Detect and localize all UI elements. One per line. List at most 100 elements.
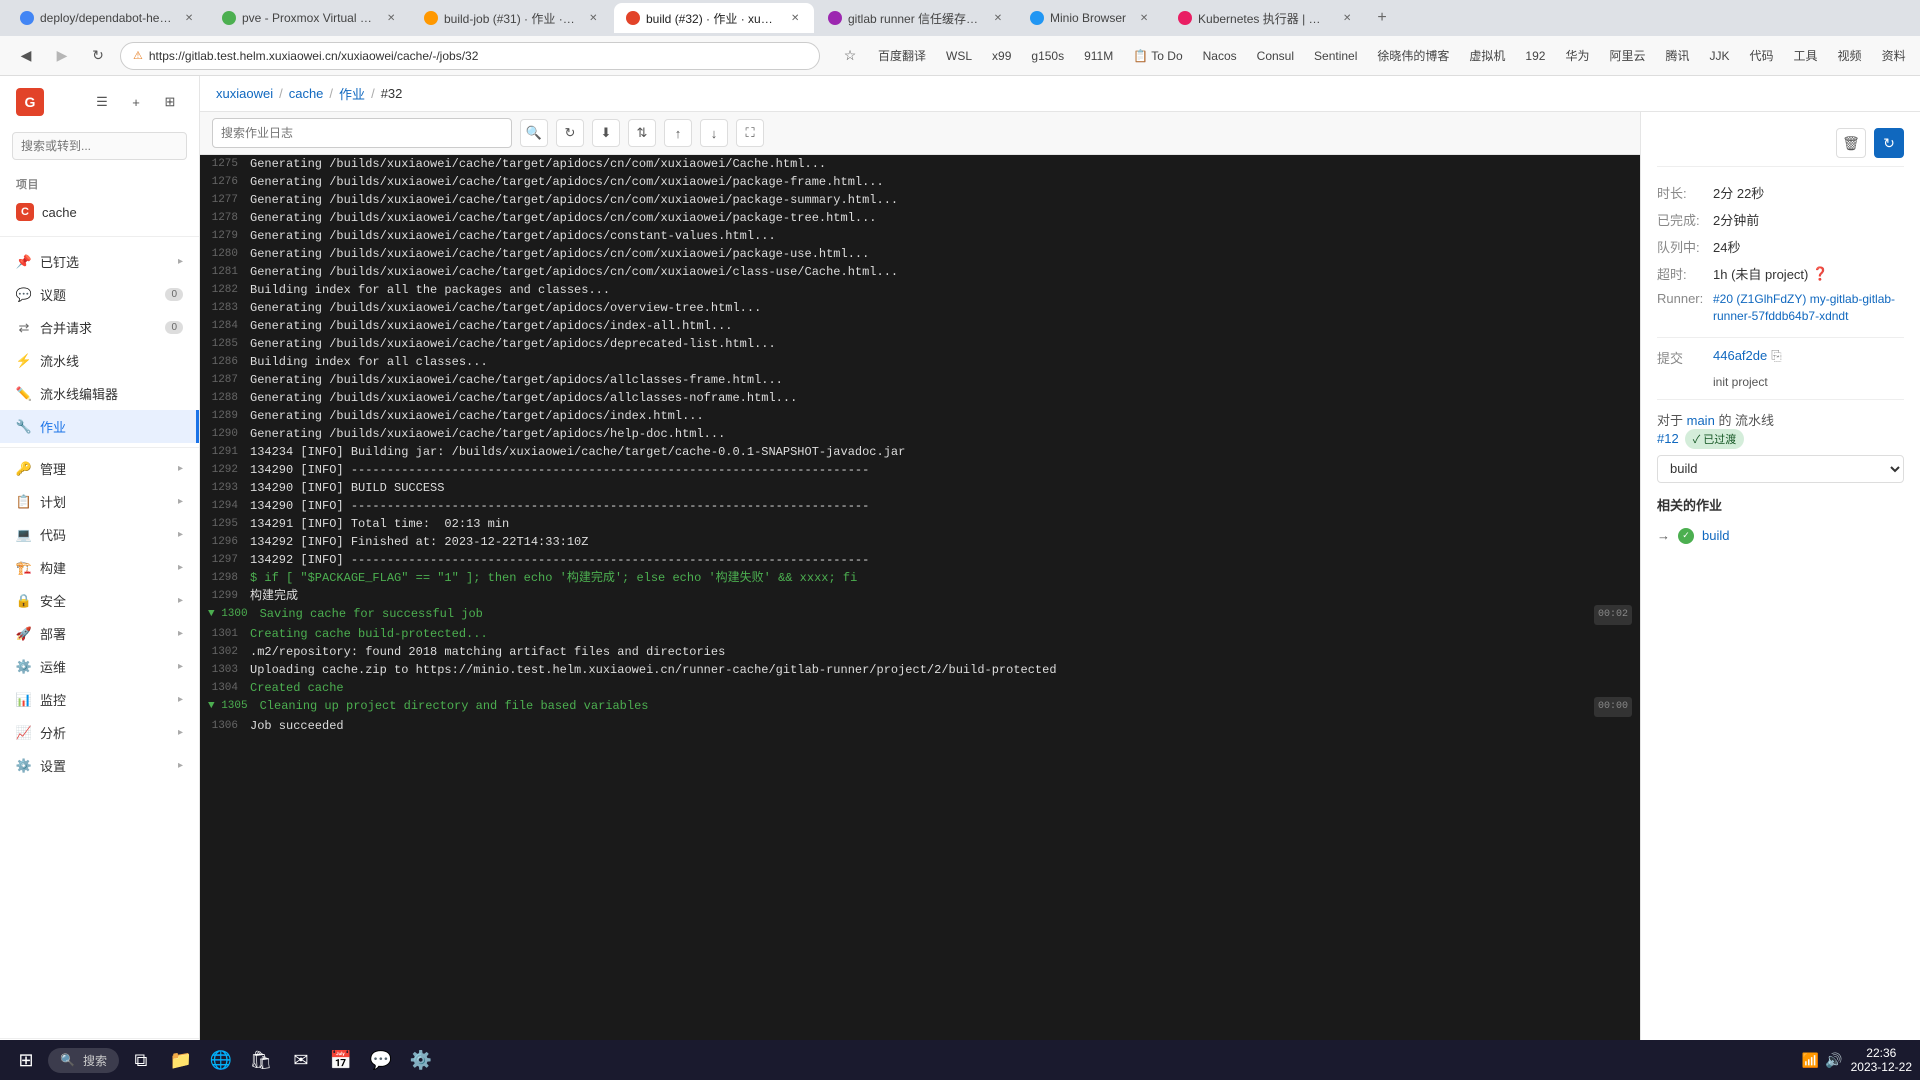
- sidebar-item-security[interactable]: 🔒 安全 ▸: [0, 584, 199, 617]
- pipeline-branch[interactable]: main: [1687, 413, 1715, 428]
- taskbar-icon-store[interactable]: 🛍: [243, 1042, 279, 1078]
- refresh-button[interactable]: ↻: [556, 119, 584, 147]
- grid-menu-button[interactable]: ⊞: [157, 89, 183, 115]
- sidebar-item-pipelines[interactable]: ⚡ 流水线: [0, 344, 199, 377]
- log-container[interactable]: 🔍 ↻ ⬇ ⇅ ↑ ↓ ⛶ 1275 Generating /builds/xu…: [200, 112, 1640, 1080]
- taskbar-icon-mail[interactable]: ✉: [283, 1042, 319, 1078]
- taskbar-icon-calendar[interactable]: 📅: [323, 1042, 359, 1078]
- network-icon[interactable]: 📶: [1802, 1052, 1819, 1069]
- breadcrumb-cache[interactable]: cache: [289, 86, 324, 101]
- pipeline-num[interactable]: #12 ✓ 已过渡: [1657, 429, 1904, 449]
- taskbar-search[interactable]: 🔍 搜索: [48, 1048, 119, 1073]
- breadcrumb-jobs[interactable]: 作业: [339, 84, 365, 103]
- taskbar-icon-settings[interactable]: ⚙️: [403, 1042, 439, 1078]
- bookmark-blog[interactable]: 徐晓伟的博客: [1371, 45, 1455, 66]
- forward-button[interactable]: ▶: [48, 42, 76, 70]
- reload-button[interactable]: ↻: [84, 42, 112, 70]
- sidebar-item-admin[interactable]: 🔑 管理 ▸: [0, 452, 199, 485]
- sidebar-project-item[interactable]: C cache: [0, 196, 199, 228]
- timeout-help-icon[interactable]: ❓: [1812, 266, 1828, 282]
- taskbar-icon-file[interactable]: 📁: [163, 1042, 199, 1078]
- bookmark-baidu-translate[interactable]: 百度翻译: [872, 45, 932, 66]
- search-input[interactable]: [12, 132, 187, 160]
- tab-close-5[interactable]: ✕: [992, 10, 1004, 26]
- bookmark-192[interactable]: 192: [1519, 47, 1551, 65]
- tab-1[interactable]: deploy/dependabot-helm-ir... ✕: [8, 3, 208, 33]
- new-item-button[interactable]: +: [123, 89, 149, 115]
- bookmark-huawei[interactable]: 华为: [1559, 45, 1595, 66]
- sidebar-item-plan[interactable]: 📋 计划 ▸: [0, 485, 199, 518]
- log-line-1305-section[interactable]: ▼ 1305 Cleaning up project directory and…: [200, 697, 1640, 717]
- sidebar-item-deploy[interactable]: 🚀 部署 ▸: [0, 617, 199, 650]
- star-button[interactable]: ☆: [836, 42, 864, 70]
- commit-hash[interactable]: 446af2de ⎘: [1713, 348, 1782, 364]
- search-submit-button[interactable]: 🔍: [520, 119, 548, 147]
- tab-7[interactable]: Kubernetes 执行器 | 极GitL... ✕: [1166, 3, 1366, 33]
- bookmark-consul[interactable]: Consul: [1251, 47, 1300, 65]
- log-line-1300-section[interactable]: ▼ 1300 Saving cache for successful job 0…: [200, 605, 1640, 625]
- sidebar-item-ops[interactable]: ⚙️ 运维 ▸: [0, 650, 199, 683]
- tab-4[interactable]: build (#32) · 作业 · xuxiaowei ✕: [614, 3, 814, 33]
- sidebar-item-issues[interactable]: 💬 议题 0: [0, 278, 199, 311]
- retry-job-button[interactable]: ↻: [1874, 128, 1904, 158]
- gitlab-logo[interactable]: G: [16, 88, 44, 116]
- scroll-bottom-button[interactable]: ↓: [700, 119, 728, 147]
- bookmark-video[interactable]: 视频: [1832, 45, 1868, 66]
- tab-close-3[interactable]: ✕: [587, 10, 600, 26]
- bookmark-ali[interactable]: 阿里云: [1603, 45, 1651, 66]
- taskbar-icon-edge[interactable]: 🌐: [203, 1042, 239, 1078]
- fullscreen-button[interactable]: ⛶: [736, 119, 764, 147]
- tab-close-6[interactable]: ✕: [1136, 10, 1152, 26]
- log-search-input[interactable]: [212, 118, 512, 148]
- bookmark-g150s[interactable]: g150s: [1025, 47, 1070, 65]
- sidebar-item-pinned[interactable]: 📌 已钉选 ▸: [0, 245, 199, 278]
- clock[interactable]: 22:36 2023-12-22: [1851, 1046, 1912, 1074]
- taskbar-icon-chat[interactable]: 💬: [363, 1042, 399, 1078]
- tab-5[interactable]: gitlab runner 信任缓存域名设置... ✕: [816, 3, 1016, 33]
- runner-value[interactable]: #20 (Z1GlhFdZY) my-gitlab-gitlab-runner-…: [1713, 291, 1904, 325]
- tab-close-1[interactable]: ✕: [182, 10, 196, 26]
- volume-icon[interactable]: 🔊: [1825, 1052, 1842, 1069]
- task-view-button[interactable]: ⧉: [123, 1042, 159, 1078]
- sort-button[interactable]: ⇅: [628, 119, 656, 147]
- related-job-build-name[interactable]: build: [1702, 528, 1729, 543]
- bookmark-nacos[interactable]: Nacos: [1197, 47, 1243, 65]
- copy-commit-icon[interactable]: ⎘: [1771, 348, 1781, 364]
- sidebar-item-merge-requests[interactable]: ⇄ 合并请求 0: [0, 311, 199, 344]
- sidebar-item-code[interactable]: 💻 代码 ▸: [0, 518, 199, 551]
- bookmark-911m[interactable]: 911M: [1078, 47, 1119, 65]
- bookmark-code[interactable]: 代码: [1744, 45, 1780, 66]
- bookmark-jjk[interactable]: JJK: [1704, 47, 1736, 65]
- bookmark-todo[interactable]: 📋 To Do: [1127, 47, 1188, 65]
- tab-2[interactable]: pve - Proxmox Virtual Envir... ✕: [210, 3, 410, 33]
- tab-close-2[interactable]: ✕: [384, 10, 398, 26]
- tab-close-7[interactable]: ✕: [1340, 10, 1354, 26]
- sidebar-item-jobs[interactable]: 🔧 作业: [0, 410, 199, 443]
- address-bar[interactable]: ⚠ https://gitlab.test.helm.xuxiaowei.cn/…: [120, 42, 820, 70]
- sidebar-search[interactable]: [12, 132, 187, 160]
- sidebar-item-analyze[interactable]: 📈 分析 ▸: [0, 716, 199, 749]
- sidebar-item-pipeline-editor[interactable]: ✏️ 流水线编辑器: [0, 377, 199, 410]
- new-tab-button[interactable]: +: [1368, 4, 1396, 32]
- delete-job-button[interactable]: 🗑: [1836, 128, 1866, 158]
- bookmark-tools[interactable]: 工具: [1788, 45, 1824, 66]
- bookmark-materials[interactable]: 资料: [1876, 45, 1908, 66]
- tab-6[interactable]: Minio Browser ✕: [1018, 3, 1164, 33]
- tab-close-4[interactable]: ✕: [788, 10, 802, 26]
- breadcrumb-xuxiaowei[interactable]: xuxiaowei: [216, 86, 273, 101]
- sidebar-item-monitor[interactable]: 📊 监控 ▸: [0, 683, 199, 716]
- sidebar-item-build[interactable]: 🏗️ 构建 ▸: [0, 551, 199, 584]
- sidebar-item-settings[interactable]: ⚙️ 设置 ▸: [0, 749, 199, 782]
- scroll-top-button[interactable]: ↑: [664, 119, 692, 147]
- download-button[interactable]: ⬇: [592, 119, 620, 147]
- back-button[interactable]: ◀: [12, 42, 40, 70]
- sidebar-toggle-button[interactable]: ☰: [89, 89, 115, 115]
- bookmark-vm[interactable]: 虚拟机: [1463, 45, 1511, 66]
- tab-3[interactable]: build-job (#31) · 作业 · xuxia... ✕: [412, 3, 612, 33]
- bookmark-sentinel[interactable]: Sentinel: [1308, 47, 1363, 65]
- bookmark-wsl[interactable]: WSL: [940, 47, 978, 65]
- stage-select[interactable]: build: [1657, 455, 1904, 483]
- bookmark-x99[interactable]: x99: [986, 47, 1017, 65]
- bookmark-tencent[interactable]: 腾讯: [1659, 45, 1695, 66]
- start-button[interactable]: ⊞: [8, 1042, 44, 1078]
